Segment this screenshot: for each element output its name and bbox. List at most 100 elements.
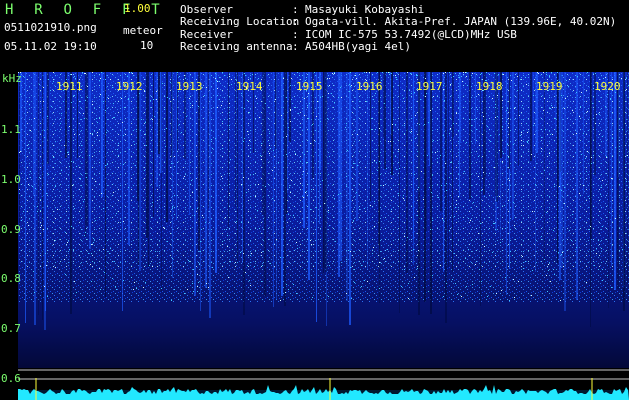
- streak: [128, 72, 130, 245]
- noise-speck: [92, 133, 93, 134]
- noise-speck: [76, 166, 77, 167]
- noise-speck: [476, 129, 477, 130]
- noise-speck: [428, 122, 429, 123]
- streak: [623, 72, 625, 311]
- streak: [262, 72, 264, 215]
- noise-speck: [452, 279, 453, 280]
- noise-speck: [626, 181, 627, 182]
- streak: [205, 72, 207, 288]
- noise-speck: [197, 291, 198, 292]
- noise-speck: [97, 122, 98, 123]
- noise-speck: [228, 277, 229, 278]
- noise-speck: [532, 270, 533, 271]
- noise-speck: [19, 193, 20, 194]
- noise-speck: [396, 79, 397, 80]
- streak: [384, 72, 386, 169]
- noise-speck: [554, 186, 555, 187]
- noise-speck: [457, 294, 458, 295]
- streak: [189, 72, 190, 215]
- noise-speck: [33, 271, 34, 272]
- noise-speck: [433, 140, 434, 141]
- noise-speck: [131, 72, 132, 73]
- noise-speck: [86, 177, 87, 178]
- noise-speck: [204, 95, 205, 96]
- noise-speck: [120, 222, 121, 223]
- noise-speck: [39, 177, 40, 178]
- noise-speck: [490, 286, 491, 287]
- noise-speck: [257, 210, 258, 211]
- noise-speck: [145, 282, 146, 283]
- streak: [42, 72, 43, 320]
- noise-speck: [43, 101, 44, 102]
- noise-speck: [547, 195, 548, 196]
- date-time: 05.11.02 19:10: [4, 40, 97, 53]
- noise-speck: [272, 170, 273, 171]
- noise-speck: [30, 171, 31, 172]
- noise-speck: [546, 72, 547, 73]
- noise-speck: [300, 127, 301, 128]
- noise-speck: [495, 107, 496, 108]
- noise-speck: [45, 253, 46, 254]
- noise-speck: [479, 77, 480, 78]
- streak: [325, 72, 327, 272]
- noise-speck: [92, 261, 93, 262]
- noise-speck: [395, 156, 396, 157]
- noise-speck: [625, 164, 626, 165]
- noise-speck: [170, 82, 171, 83]
- streak: [228, 72, 229, 227]
- noise-speck: [76, 292, 77, 293]
- noise-speck: [537, 72, 538, 73]
- streak: [561, 72, 563, 268]
- noise-speck: [445, 163, 446, 164]
- noise-speck: [166, 128, 167, 129]
- noise-speck: [565, 98, 566, 99]
- info-value-receiver: ICOM IC-575 53.7492(@LCD)MHz USB: [305, 28, 517, 41]
- noise-speck: [417, 75, 418, 76]
- noise-speck: [512, 255, 513, 256]
- noise-speck: [48, 174, 49, 175]
- noise-speck: [591, 163, 592, 164]
- streak: [19, 72, 20, 226]
- streak: [323, 72, 325, 268]
- info-label-location: Receiving Location: [180, 15, 300, 28]
- noise-speck: [432, 220, 433, 221]
- streak: [45, 72, 46, 311]
- noise-speck: [376, 162, 377, 163]
- noise-speck: [450, 128, 451, 129]
- noise-speck: [304, 98, 305, 99]
- noise-speck: [521, 132, 522, 133]
- noise-speck: [571, 240, 572, 241]
- noise-speck: [91, 253, 92, 254]
- streak: [448, 72, 449, 267]
- noise-speck: [84, 199, 85, 200]
- noise-speck: [513, 279, 514, 280]
- noise-speck: [221, 105, 222, 106]
- noise-speck: [328, 296, 329, 297]
- noise-speck: [383, 259, 384, 260]
- noise-speck: [504, 205, 505, 206]
- noise-speck: [430, 229, 431, 230]
- noise-speck: [229, 76, 230, 77]
- noise-speck: [580, 106, 581, 107]
- noise-speck: [21, 220, 22, 221]
- noise-speck: [422, 211, 423, 212]
- noise-speck: [174, 207, 175, 208]
- info-value-location: Ogata-vill. Akita-Pref. JAPAN (139.96E, …: [305, 15, 617, 28]
- noise-speck: [429, 187, 430, 188]
- noise-speck: [141, 119, 142, 120]
- noise-speck: [265, 103, 266, 104]
- noise-speck: [599, 114, 600, 115]
- noise-speck: [110, 248, 111, 249]
- streak: [101, 72, 103, 197]
- noise-speck: [507, 144, 508, 145]
- streak: [198, 72, 200, 250]
- noise-speck: [391, 209, 392, 210]
- noise-speck: [367, 281, 368, 282]
- noise-speck: [607, 169, 608, 170]
- noise-speck: [433, 96, 434, 97]
- noise-speck: [499, 134, 500, 135]
- noise-speck: [219, 99, 220, 100]
- noise-speck: [155, 251, 156, 252]
- noise-speck: [188, 260, 189, 261]
- noise-speck: [593, 155, 594, 156]
